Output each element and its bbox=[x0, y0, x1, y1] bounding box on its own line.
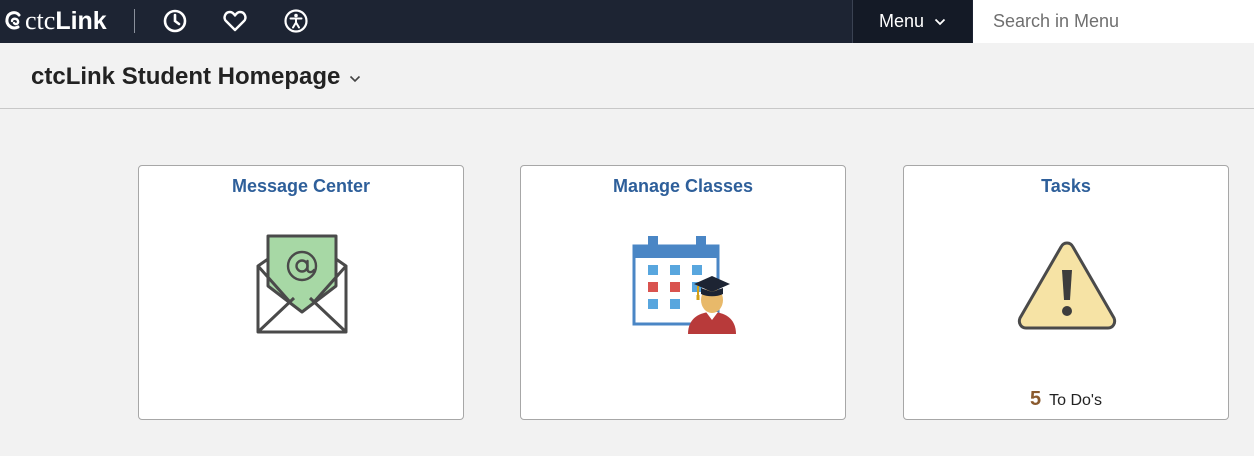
clock-icon[interactable] bbox=[162, 8, 188, 34]
ctclink-swirl-icon bbox=[5, 11, 21, 30]
accessibility-icon[interactable] bbox=[283, 8, 309, 34]
menu-button[interactable]: Menu bbox=[852, 0, 972, 43]
search-menu-input[interactable] bbox=[973, 0, 1254, 43]
tile-title: Message Center bbox=[231, 176, 371, 196]
top-navigation-bar: ctc Link Menu bbox=[0, 0, 1254, 43]
heart-icon[interactable] bbox=[222, 8, 248, 34]
page-title: ctcLink Student Homepage bbox=[31, 63, 341, 90]
chevron-down-icon bbox=[934, 18, 946, 25]
topbar-divider bbox=[134, 9, 135, 33]
tile-tasks[interactable]: Tasks 5 To Do's bbox=[903, 165, 1229, 420]
ctclink-logo[interactable]: ctc Link bbox=[4, 3, 107, 39]
chevron-down-icon bbox=[350, 75, 361, 83]
tile-message-center[interactable]: Message Center bbox=[138, 165, 464, 420]
tile-title: Tasks bbox=[1041, 176, 1091, 196]
envelope-at-icon bbox=[256, 234, 348, 334]
page-header: ctcLink Student Homepage bbox=[0, 43, 1254, 109]
logo-text-link: Link bbox=[55, 7, 107, 35]
warning-icon bbox=[1017, 241, 1117, 330]
tile-title: Manage Classes bbox=[612, 176, 754, 196]
logo-text-ctc: ctc bbox=[25, 6, 56, 35]
tile-manage-classes[interactable]: Manage Classes bbox=[520, 165, 846, 420]
todo-count-number: 5 bbox=[1030, 388, 1042, 410]
tasks-todo-count: 5 To Do's bbox=[904, 388, 1228, 411]
menu-button-label: Menu bbox=[878, 11, 925, 31]
todo-count-label: To Do's bbox=[1049, 392, 1102, 409]
homepage-selector[interactable]: ctcLink Student Homepage bbox=[31, 63, 361, 91]
calendar-student-icon bbox=[632, 236, 736, 334]
